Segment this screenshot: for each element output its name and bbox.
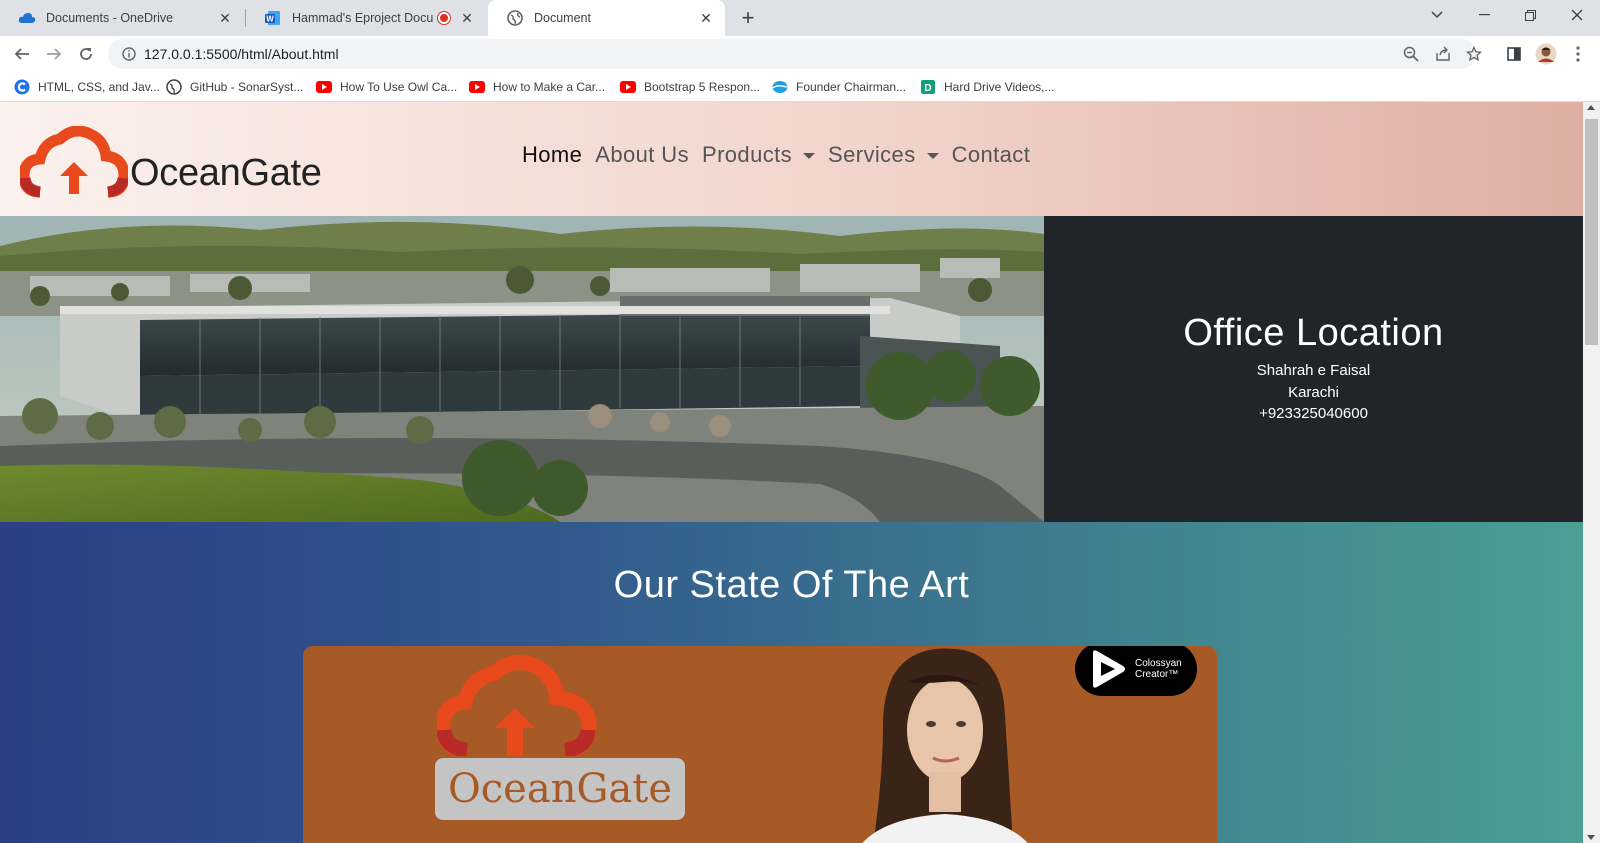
- youtube-icon: [469, 79, 485, 95]
- minimize-button[interactable]: [1461, 0, 1507, 30]
- nav-about-us[interactable]: About Us: [595, 142, 689, 168]
- bookmark-item[interactable]: How To Use Owl Ca...: [316, 78, 457, 96]
- bookmark-label: Founder Chairman...: [796, 80, 907, 94]
- bookmark-item[interactable]: HTML, CSS, and Jav...: [14, 78, 160, 96]
- url-text: 127.0.0.1:5500/html/About.html: [144, 46, 339, 62]
- share-icon[interactable]: [1434, 45, 1452, 63]
- menu-kebab-icon[interactable]: [1566, 42, 1590, 66]
- dropdown-caret-icon: [926, 153, 939, 159]
- tab-title: Document: [534, 11, 591, 25]
- back-arrow-icon[interactable]: [10, 42, 34, 66]
- browser-toolbar: 127.0.0.1:5500/html/About.html: [0, 36, 1600, 72]
- nav-about-us-label: About Us: [595, 142, 689, 167]
- nav-home[interactable]: Home: [522, 142, 582, 168]
- office-building-photo: [0, 216, 1044, 522]
- section-title: Our State Of The Art: [613, 564, 970, 606]
- nav-products-label: Products: [702, 142, 793, 167]
- site-c-icon: [14, 79, 30, 95]
- youtube-icon: [316, 79, 332, 95]
- nav-services-label: Services: [828, 142, 916, 167]
- cloud-upload-logo-icon: [20, 126, 128, 198]
- new-tab-button[interactable]: +: [736, 6, 760, 30]
- cloud-upload-logo-icon: [437, 654, 597, 756]
- scroll-thumb[interactable]: [1585, 119, 1598, 345]
- badge-text: Colossyan Creator™: [1135, 658, 1182, 680]
- address-bar[interactable]: 127.0.0.1:5500/html/About.html: [108, 39, 1476, 69]
- site-info-icon[interactable]: [114, 47, 144, 61]
- office-location-panel: Office Location Shahrah e Faisal Karachi…: [1044, 216, 1583, 522]
- restore-button[interactable]: [1507, 0, 1553, 30]
- scroll-down-arrow-icon[interactable]: [1587, 835, 1595, 840]
- globe-icon: [506, 9, 524, 27]
- bookmark-item[interactable]: Bootstrap 5 Respon...: [620, 78, 760, 96]
- site-header: OceanGate Home About Us Products Service…: [0, 102, 1583, 216]
- zoom-icon[interactable]: [1402, 45, 1420, 63]
- recording-icon: [438, 12, 450, 24]
- bookmark-label: HTML, CSS, and Jav...: [38, 80, 160, 94]
- intro-video[interactable]: OceanGate Colossyan Creator™: [303, 646, 1217, 843]
- site-wave-icon: [772, 79, 788, 95]
- site-d-icon: D: [920, 79, 936, 95]
- tab-title: Hammad's Eproject Document: [292, 11, 434, 25]
- tab-document[interactable]: Document ✕: [488, 0, 725, 36]
- office-location-title: Office Location: [1183, 312, 1444, 354]
- close-window-button[interactable]: [1554, 0, 1600, 30]
- bookmark-item[interactable]: GitHub - SonarSyst...: [166, 78, 303, 96]
- bookmarks-bar: HTML, CSS, and Jav... GitHub - SonarSyst…: [0, 72, 1600, 102]
- bookmark-label: How To Use Owl Ca...: [340, 80, 458, 94]
- side-panel-icon[interactable]: [1502, 42, 1526, 66]
- bookmark-label: How to Make a Car...: [493, 80, 606, 94]
- play-logo-icon: [1093, 650, 1125, 688]
- bookmark-label: Bootstrap 5 Respon...: [644, 80, 761, 94]
- youtube-icon: [620, 79, 636, 95]
- profile-avatar[interactable]: [1534, 42, 1558, 66]
- close-tab-icon[interactable]: ✕: [697, 9, 715, 27]
- word-icon: W: [264, 9, 282, 27]
- colossyan-creator-badge: Colossyan Creator™: [1075, 646, 1197, 696]
- bookmark-item[interactable]: How to Make a Car...: [469, 78, 605, 96]
- office-city-line: Karachi: [1288, 384, 1339, 401]
- bookmark-label: Hard Drive Videos,...: [944, 80, 1055, 94]
- reload-icon[interactable]: [74, 42, 98, 66]
- main-nav: Home About Us Products Services Contact: [522, 142, 1043, 168]
- close-tab-icon[interactable]: ✕: [458, 9, 476, 27]
- video-logo-text: OceanGate: [435, 758, 685, 820]
- state-of-the-art-section: Our State Of The Art OceanGate Colossyan…: [0, 522, 1583, 843]
- office-phone-line: +923325040600: [1259, 405, 1368, 422]
- brand-name: OceanGate: [130, 151, 322, 194]
- presenter-figure: [862, 648, 1028, 843]
- tab-title: Documents - OneDrive: [46, 11, 174, 25]
- forward-arrow-icon[interactable]: [42, 42, 66, 66]
- tab-onedrive[interactable]: Documents - OneDrive ✕: [0, 0, 244, 36]
- bookmark-item[interactable]: Founder Chairman...: [772, 78, 906, 96]
- nav-home-label: Home: [522, 142, 583, 167]
- tab-eproject[interactable]: W Hammad's Eproject Document ✕: [246, 0, 486, 36]
- dropdown-caret-icon: [803, 153, 816, 159]
- github-icon: [166, 79, 182, 95]
- page-scrollbar[interactable]: [1583, 102, 1600, 843]
- close-tab-icon[interactable]: ✕: [216, 9, 234, 27]
- onedrive-cloud-icon: [18, 9, 36, 27]
- badge-line-1: Colossyan: [1135, 658, 1182, 669]
- svg-text:W: W: [266, 15, 274, 24]
- browser-tab-strip: Documents - OneDrive ✕ W Hammad's Eproje…: [0, 0, 1600, 36]
- office-address-line: Shahrah e Faisal: [1256, 362, 1371, 379]
- tab-search-chevron-icon[interactable]: [1414, 0, 1460, 30]
- nav-services[interactable]: Services: [828, 142, 939, 168]
- bookmark-label: GitHub - SonarSyst...: [190, 80, 304, 94]
- nav-contact-label: Contact: [951, 142, 1031, 167]
- nav-products[interactable]: Products: [702, 142, 816, 168]
- bookmark-item[interactable]: D Hard Drive Videos,...: [920, 78, 1055, 96]
- scroll-up-arrow-icon[interactable]: [1587, 105, 1595, 110]
- svg-text:D: D: [924, 83, 931, 94]
- bookmark-star-icon[interactable]: [1465, 45, 1483, 63]
- badge-line-2: Creator™: [1135, 669, 1179, 680]
- brand-logo[interactable]: OceanGate: [20, 122, 330, 202]
- nav-contact[interactable]: Contact: [952, 142, 1031, 168]
- page-viewport: OceanGate Home About Us Products Service…: [0, 102, 1583, 843]
